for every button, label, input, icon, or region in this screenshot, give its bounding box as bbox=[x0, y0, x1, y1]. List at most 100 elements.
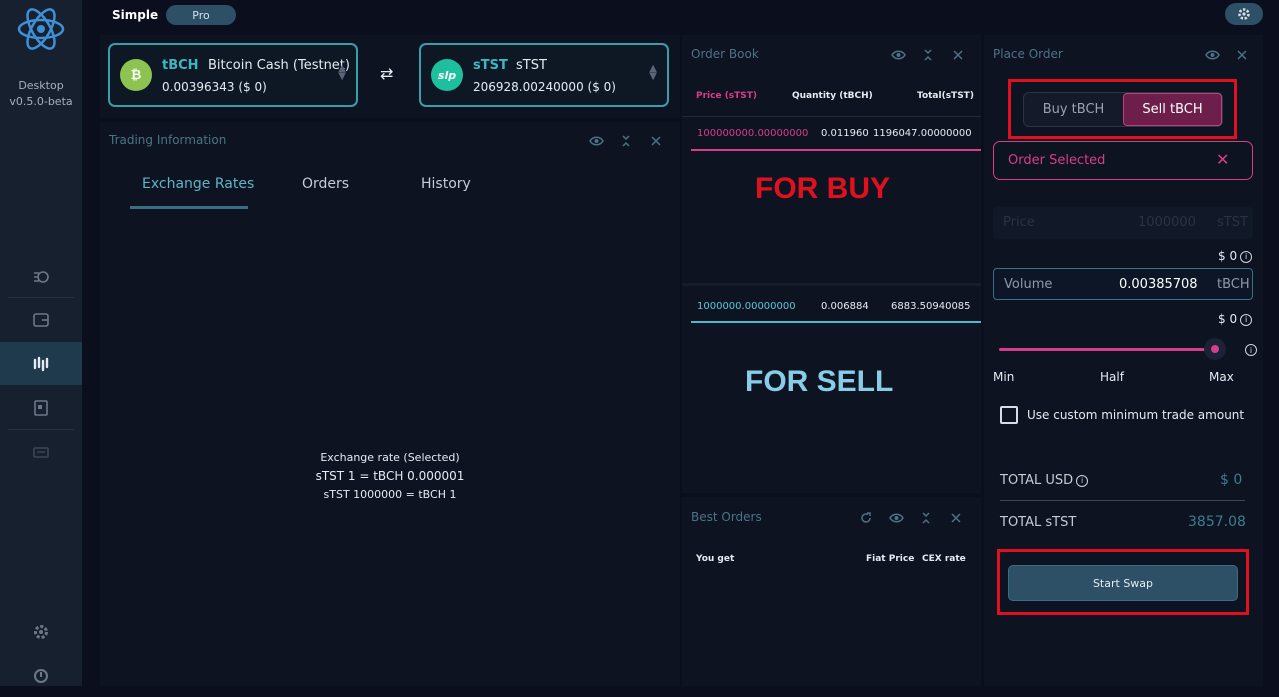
total-stst-label: TOTAL sTST bbox=[1000, 515, 1077, 530]
refresh-icon[interactable] bbox=[858, 510, 874, 526]
exchange-rate-line2: sTST 1000000 = tBCH 1 bbox=[323, 488, 457, 501]
order-book-panel bbox=[682, 35, 981, 493]
bid-total: 6883.50940085 bbox=[891, 301, 971, 312]
slider-max-label: Max bbox=[1209, 370, 1234, 384]
close-icon[interactable] bbox=[948, 510, 964, 526]
tab-exchange-rates[interactable]: Exchange Rates bbox=[142, 176, 254, 192]
info-icon: i bbox=[1240, 250, 1253, 263]
ask-price: 100000000.00000000 bbox=[697, 128, 809, 139]
left-ticker-name: Bitcoin Cash (Testnet) bbox=[208, 58, 350, 73]
right-ticker-balance: 206928.00240000 ($ 0) bbox=[473, 80, 616, 94]
gear-icon bbox=[1238, 8, 1250, 20]
volume-usd: $ 0i bbox=[1218, 312, 1253, 326]
volume-label: Volume bbox=[1004, 277, 1053, 292]
collapse-icon[interactable] bbox=[920, 47, 936, 63]
sidebar-item-fiat[interactable] bbox=[0, 430, 82, 473]
total-usd-label: TOTAL USD i bbox=[1000, 473, 1089, 488]
active-tab-indicator bbox=[130, 206, 248, 209]
sidebar-item-support[interactable] bbox=[0, 654, 82, 697]
best-orders-cex-header: CEX rate bbox=[922, 554, 966, 564]
total-usd-value: $ 0 bbox=[1220, 472, 1243, 488]
info-icon: i bbox=[1076, 474, 1089, 487]
for-sell-label: FOR SELL bbox=[745, 365, 894, 398]
slp-token-icon: slp bbox=[431, 59, 463, 91]
settings-button[interactable] bbox=[1225, 3, 1263, 25]
dex-icon bbox=[33, 356, 49, 371]
eye-icon[interactable] bbox=[888, 510, 904, 526]
fiat-icon bbox=[33, 446, 49, 458]
tab-orders[interactable]: Orders bbox=[302, 176, 349, 192]
mode-pro-button[interactable]: Pro bbox=[166, 5, 236, 25]
for-buy-label: FOR BUY bbox=[755, 172, 890, 205]
dashboard-icon bbox=[34, 270, 49, 283]
left-ticker-selector[interactable]: ₿ tBCH Bitcoin Cash (Testnet) 0.00396343… bbox=[108, 43, 358, 107]
eye-icon[interactable] bbox=[890, 47, 906, 63]
swap-direction-icon[interactable]: ⇄ bbox=[380, 64, 393, 83]
support-icon bbox=[34, 668, 48, 683]
eye-icon[interactable] bbox=[1204, 47, 1220, 63]
mode-simple-button[interactable]: Simple bbox=[112, 8, 158, 22]
order-selected-label: Order Selected bbox=[1008, 153, 1106, 168]
bid-quantity: 0.006884 bbox=[821, 301, 869, 312]
best-orders-fiat-header: Fiat Price bbox=[866, 554, 915, 564]
volume-field[interactable]: Volume 0.00385708 tBCH bbox=[993, 268, 1253, 300]
start-swap-button[interactable]: Start Swap bbox=[1008, 565, 1238, 601]
sidebar-item-dex[interactable] bbox=[0, 342, 82, 385]
chevron-updown-icon: ▲ ▼ bbox=[649, 63, 657, 82]
close-icon[interactable] bbox=[1234, 47, 1250, 63]
price-field: Price 1000000 sTST bbox=[993, 207, 1253, 239]
right-ticker-symbol: sTST bbox=[473, 58, 508, 73]
app-version: v0.5.0-beta bbox=[9, 95, 73, 108]
custom-min-checkbox[interactable] bbox=[1000, 406, 1018, 424]
sidebar-item-dashboard[interactable] bbox=[0, 254, 82, 297]
right-ticker-name: sTST bbox=[516, 58, 547, 73]
wallet-icon bbox=[33, 312, 49, 327]
price-value: 1000000 bbox=[1138, 215, 1196, 230]
volume-unit: tBCH bbox=[1217, 277, 1250, 292]
addressbook-icon bbox=[34, 399, 48, 416]
total-stst-value: 3857.08 bbox=[1188, 514, 1246, 530]
volume-slider-track[interactable] bbox=[999, 348, 1215, 351]
order-book-total-header: Total(sTST) bbox=[917, 91, 974, 101]
exchange-rate-title: Exchange rate (Selected) bbox=[320, 451, 460, 464]
right-ticker-selector[interactable]: slp sTST sTST 206928.00240000 ($ 0) ▲ ▼ bbox=[419, 43, 669, 107]
trading-info-title: Trading Information bbox=[109, 133, 227, 147]
volume-value[interactable]: 0.00385708 bbox=[1119, 277, 1198, 292]
price-label: Price bbox=[1003, 215, 1035, 230]
volume-slider-handle[interactable] bbox=[1204, 338, 1226, 360]
order-book-quantity-header: Quantity (tBCH) bbox=[792, 91, 873, 101]
sidebar-item-addressbook[interactable] bbox=[0, 386, 82, 429]
collapse-icon[interactable] bbox=[618, 133, 634, 149]
slider-min-label: Min bbox=[993, 370, 1015, 384]
left-ticker-symbol: tBCH bbox=[162, 58, 199, 73]
slider-info-icon: i bbox=[1245, 344, 1257, 356]
atomic-logo-icon bbox=[17, 8, 65, 50]
clear-order-close-icon[interactable]: ✕ bbox=[1216, 150, 1229, 169]
tab-history[interactable]: History bbox=[421, 176, 471, 192]
best-orders-you-get-header: You get bbox=[696, 554, 735, 564]
chevron-updown-icon: ▲ ▼ bbox=[338, 63, 346, 82]
slider-half-label: Half bbox=[1100, 370, 1124, 384]
bid-price: 1000000.00000000 bbox=[697, 301, 796, 312]
ask-total: 1196047.00000000 bbox=[873, 128, 972, 139]
close-icon[interactable] bbox=[950, 47, 966, 63]
left-ticker-balance: 0.00396343 ($ 0) bbox=[162, 80, 267, 94]
close-icon[interactable] bbox=[648, 133, 664, 149]
price-usd: $ 0i bbox=[1218, 249, 1253, 263]
app-name: Desktop bbox=[18, 79, 64, 92]
order-selected-banner: Order Selected ✕ bbox=[993, 141, 1253, 180]
order-book-title: Order Book bbox=[691, 47, 759, 61]
bitcoin-cash-icon: ₿ bbox=[120, 59, 152, 91]
buy-button[interactable]: Buy tBCH bbox=[1024, 93, 1123, 126]
custom-min-label: Use custom minimum trade amount bbox=[1027, 408, 1245, 422]
eye-icon[interactable] bbox=[588, 133, 604, 149]
ask-quantity: 0.011960 bbox=[821, 128, 869, 139]
info-icon: i bbox=[1240, 313, 1253, 326]
sidebar-item-wallet[interactable] bbox=[0, 298, 82, 341]
sidebar-item-settings[interactable] bbox=[0, 610, 82, 653]
collapse-icon[interactable] bbox=[918, 510, 934, 526]
sell-button[interactable]: Sell tBCH bbox=[1123, 93, 1222, 126]
settings-icon bbox=[34, 624, 48, 639]
price-unit: sTST bbox=[1217, 215, 1248, 230]
place-order-title: Place Order bbox=[993, 47, 1063, 61]
